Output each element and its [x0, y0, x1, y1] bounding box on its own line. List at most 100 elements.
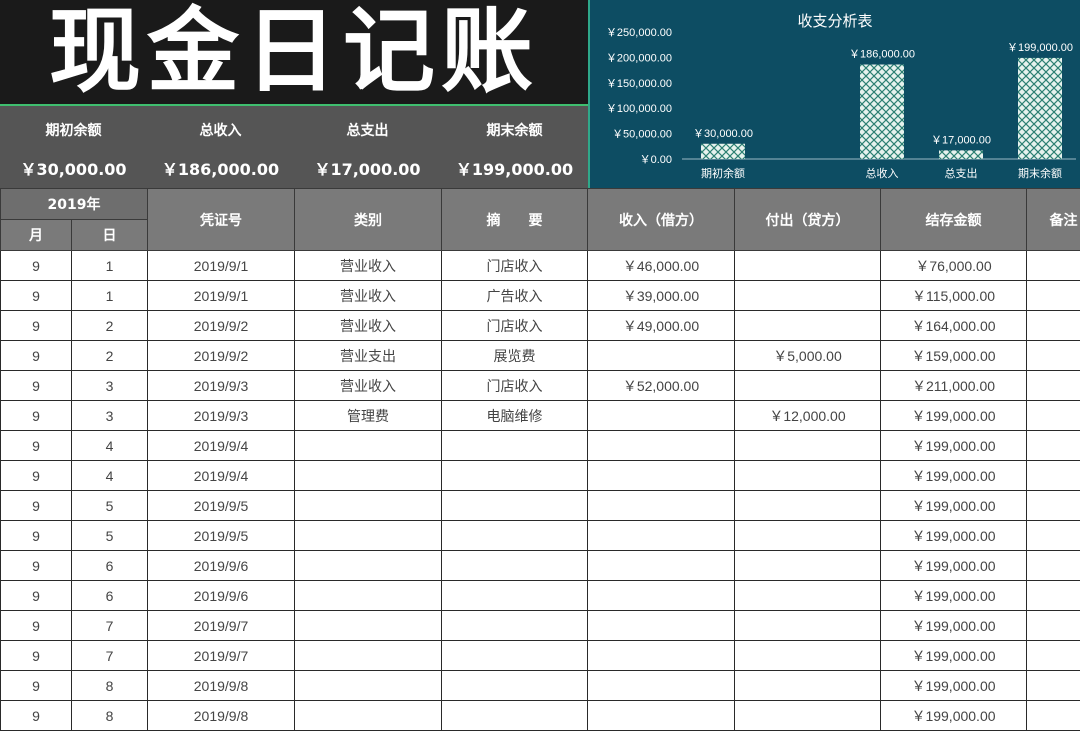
cell-expense[interactable] — [734, 250, 881, 281]
summary-header[interactable]: 摘 要 — [441, 188, 588, 251]
cell-income[interactable] — [587, 700, 735, 731]
cell-income[interactable]: ￥52,000.00 — [587, 370, 735, 401]
cell-expense[interactable] — [734, 580, 881, 611]
cell-category[interactable] — [294, 460, 442, 491]
cell-day[interactable]: 7 — [71, 610, 148, 641]
cell-category[interactable] — [294, 670, 442, 701]
cell-expense[interactable] — [734, 280, 881, 311]
cell-summary[interactable]: 广告收入 — [441, 280, 588, 311]
cell-month[interactable]: 9 — [0, 280, 72, 311]
voucher-header[interactable]: 凭证号 — [147, 188, 295, 251]
table-row[interactable]: 9 5 2019/9/5 ￥199,000.00 — [0, 490, 1080, 521]
cell-income[interactable] — [587, 640, 735, 671]
cell-category[interactable] — [294, 520, 442, 551]
cell-day[interactable]: 8 — [71, 700, 148, 731]
cell-category[interactable] — [294, 640, 442, 671]
cell-balance[interactable]: ￥199,000.00 — [880, 700, 1027, 731]
cell-month[interactable]: 9 — [0, 490, 72, 521]
cell-income[interactable] — [587, 520, 735, 551]
cell-voucher[interactable]: 2019/9/6 — [147, 580, 295, 611]
cell-month[interactable]: 9 — [0, 550, 72, 581]
cell-voucher[interactable]: 2019/9/4 — [147, 460, 295, 491]
table-row[interactable]: 9 8 2019/9/8 ￥199,000.00 — [0, 700, 1080, 731]
cell-note[interactable] — [1026, 250, 1080, 281]
cell-balance[interactable]: ￥164,000.00 — [880, 310, 1027, 341]
cell-expense[interactable]: ￥5,000.00 — [734, 340, 881, 371]
summary-closing-balance[interactable]: 期末余额 ￥199,000.00 — [441, 106, 588, 188]
cell-income[interactable] — [587, 460, 735, 491]
cell-balance[interactable]: ￥199,000.00 — [880, 640, 1027, 671]
cell-income[interactable] — [587, 550, 735, 581]
cell-summary[interactable] — [441, 550, 588, 581]
cell-balance[interactable]: ￥199,000.00 — [880, 580, 1027, 611]
cell-balance[interactable]: ￥199,000.00 — [880, 550, 1027, 581]
table-row[interactable]: 9 3 2019/9/3 管理费 电脑维修 ￥12,000.00 ￥199,000.00 — [0, 400, 1080, 431]
bar-2[interactable] — [939, 150, 983, 159]
cell-summary[interactable]: 门店收入 — [441, 310, 588, 341]
cell-day[interactable]: 3 — [71, 370, 148, 401]
summary-opening-balance[interactable]: 期初余额 ￥30,000.00 — [0, 106, 147, 188]
cell-day[interactable]: 4 — [71, 460, 148, 491]
cell-income[interactable] — [587, 580, 735, 611]
cell-note[interactable] — [1026, 670, 1080, 701]
cell-voucher[interactable]: 2019/9/6 — [147, 550, 295, 581]
cell-note[interactable] — [1026, 490, 1080, 521]
cell-expense[interactable] — [734, 700, 881, 731]
cell-day[interactable]: 2 — [71, 340, 148, 371]
expense-header[interactable]: 付出（贷方） — [734, 188, 881, 251]
cell-expense[interactable] — [734, 520, 881, 551]
cell-summary[interactable]: 门店收入 — [441, 370, 588, 401]
year-header[interactable]: 2019年 — [0, 188, 148, 220]
cell-summary[interactable]: 展览费 — [441, 340, 588, 371]
cell-month[interactable]: 9 — [0, 370, 72, 401]
cell-note[interactable] — [1026, 280, 1080, 311]
cell-balance[interactable]: ￥76,000.00 — [880, 250, 1027, 281]
cell-income[interactable]: ￥49,000.00 — [587, 310, 735, 341]
cell-balance[interactable]: ￥199,000.00 — [880, 610, 1027, 641]
cell-voucher[interactable]: 2019/9/3 — [147, 370, 295, 401]
table-row[interactable]: 9 8 2019/9/8 ￥199,000.00 — [0, 670, 1080, 701]
cell-category[interactable] — [294, 550, 442, 581]
cell-balance[interactable]: ￥199,000.00 — [880, 460, 1027, 491]
cell-note[interactable] — [1026, 400, 1080, 431]
cell-income[interactable] — [587, 670, 735, 701]
cell-month[interactable]: 9 — [0, 250, 72, 281]
income-header[interactable]: 收入（借方） — [587, 188, 735, 251]
cell-category[interactable]: 营业收入 — [294, 280, 442, 311]
ledger-table-container[interactable]: 2019年 凭证号 类别 摘 要 收入（借方） 付出（贷方） 结存金额 备注 月… — [0, 188, 1080, 733]
cell-category[interactable]: 营业收入 — [294, 250, 442, 281]
cell-voucher[interactable]: 2019/9/7 — [147, 610, 295, 641]
cell-category[interactable] — [294, 490, 442, 521]
cell-month[interactable]: 9 — [0, 460, 72, 491]
cell-note[interactable] — [1026, 340, 1080, 371]
month-header[interactable]: 月 — [0, 219, 72, 251]
cell-month[interactable]: 9 — [0, 430, 72, 461]
cell-summary[interactable] — [441, 640, 588, 671]
bar-1[interactable] — [860, 64, 904, 159]
cell-income[interactable] — [587, 430, 735, 461]
table-row[interactable]: 9 6 2019/9/6 ￥199,000.00 — [0, 550, 1080, 581]
cell-category[interactable] — [294, 580, 442, 611]
cell-voucher[interactable]: 2019/9/5 — [147, 490, 295, 521]
table-row[interactable]: 9 4 2019/9/4 ￥199,000.00 — [0, 430, 1080, 461]
cell-note[interactable] — [1026, 460, 1080, 491]
cell-note[interactable] — [1026, 580, 1080, 611]
cell-voucher[interactable]: 2019/9/1 — [147, 280, 295, 311]
cell-expense[interactable] — [734, 460, 881, 491]
cell-day[interactable]: 6 — [71, 550, 148, 581]
cell-voucher[interactable]: 2019/9/8 — [147, 700, 295, 731]
cell-note[interactable] — [1026, 700, 1080, 731]
cell-day[interactable]: 8 — [71, 670, 148, 701]
cell-voucher[interactable]: 2019/9/1 — [147, 250, 295, 281]
day-header[interactable]: 日 — [71, 219, 148, 251]
cell-voucher[interactable]: 2019/9/7 — [147, 640, 295, 671]
cell-category[interactable]: 营业收入 — [294, 370, 442, 401]
cell-category[interactable] — [294, 610, 442, 641]
cell-month[interactable]: 9 — [0, 580, 72, 611]
cell-category[interactable]: 营业支出 — [294, 340, 442, 371]
cell-income[interactable]: ￥39,000.00 — [587, 280, 735, 311]
category-header[interactable]: 类别 — [294, 188, 442, 251]
cell-day[interactable]: 2 — [71, 310, 148, 341]
table-row[interactable]: 9 7 2019/9/7 ￥199,000.00 — [0, 640, 1080, 671]
cell-note[interactable] — [1026, 430, 1080, 461]
